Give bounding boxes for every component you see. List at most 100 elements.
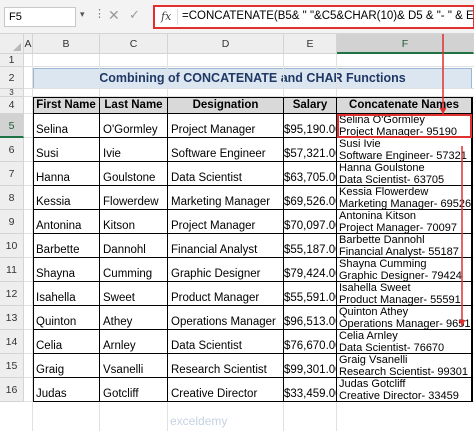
table-cell-salary[interactable]: $79,424.00 (284, 258, 337, 282)
table-cell-designation[interactable]: Project Manager (168, 114, 284, 138)
row-header-4[interactable]: 4 (0, 97, 24, 114)
table-cell-salary[interactable]: $70,097.00 (284, 210, 337, 234)
table-cell-salary[interactable]: $63,705.00 (284, 162, 337, 186)
table-cell-salary[interactable]: $96,513.00 (284, 306, 337, 330)
table-cell-first[interactable]: Judas (33, 378, 100, 402)
row-header-2[interactable]: 2 (0, 67, 24, 89)
table-header-cell[interactable]: Designation (168, 97, 284, 114)
column-header-c[interactable]: C (100, 34, 168, 54)
table-cell-last[interactable]: O'Gormley (100, 114, 168, 138)
concat-cell[interactable]: Judas Gotcliff Creative Director- 33459 (337, 378, 472, 402)
row-header-5[interactable]: 5 (0, 114, 24, 138)
gridline-row (24, 66, 474, 67)
row-header-12[interactable]: 12 (0, 282, 24, 306)
table-cell-designation[interactable]: Project Manager (168, 210, 284, 234)
table-cell-designation[interactable]: Data Scientist (168, 330, 284, 354)
table-cell-last[interactable]: Cumming (100, 258, 168, 282)
table-cell-last[interactable]: Gotcliff (100, 378, 168, 402)
row-header-7[interactable]: 7 (0, 162, 24, 186)
table-cell-first[interactable]: Antonina (33, 210, 100, 234)
concat-cell[interactable]: Selina O'Gormley Project Manager- 95190 (337, 114, 472, 138)
table-cell-first[interactable]: Selina (33, 114, 100, 138)
table-cell-designation[interactable]: Data Scientist (168, 162, 284, 186)
concat-cell[interactable]: Kessia Flowerdew Marketing Manager- 69526 (337, 186, 472, 210)
table-header-cell[interactable]: First Name (33, 97, 100, 114)
table-cell-salary[interactable]: $55,187.00 (284, 234, 337, 258)
concat-cell[interactable]: Quinton Athey Operations Manager- 96513 (337, 306, 472, 330)
table-cell-salary[interactable]: $33,459.00 (284, 378, 337, 402)
table-cell-first[interactable]: Hanna (33, 162, 100, 186)
row-header-11[interactable]: 11 (0, 258, 24, 282)
table-cell-first[interactable]: Barbette (33, 234, 100, 258)
concat-cell[interactable]: Hanna Goulstone Data Scientist- 63705 (337, 162, 472, 186)
column-header-f[interactable]: F (337, 34, 474, 54)
table-cell-last[interactable]: Sweet (100, 282, 168, 306)
concat-line-designation: Financial Analyst- 55187 (339, 246, 459, 258)
concat-cell[interactable]: Barbette Dannohl Financial Analyst- 55187 (337, 234, 472, 258)
table-cell-first[interactable]: Shayna (33, 258, 100, 282)
table-cell-last[interactable]: Athey (100, 306, 168, 330)
formula-text[interactable]: =CONCATENATE(B5& " "&C5&CHAR(10)& D5 & "… (182, 10, 474, 22)
insert-function-icon[interactable]: fx (161, 10, 171, 23)
row-header-15[interactable]: 15 (0, 354, 24, 378)
column-header-d[interactable]: D (168, 34, 284, 54)
table-cell-first[interactable]: Graig (33, 354, 100, 378)
table-cell-designation[interactable]: Graphic Designer (168, 258, 284, 282)
table-header-cell[interactable]: Last Name (100, 97, 168, 114)
select-all-corner[interactable] (0, 34, 24, 54)
concat-cell[interactable]: Celia Arnley Data Scientist- 76670 (337, 330, 472, 354)
table-cell-designation[interactable]: Research Scientist (168, 354, 284, 378)
table-cell-designation[interactable]: Operations Manager (168, 306, 284, 330)
concat-line-name: Kessia Flowerdew (339, 186, 429, 198)
table-cell-designation[interactable]: Product Manager (168, 282, 284, 306)
table-cell-salary[interactable]: $69,526.00 (284, 186, 337, 210)
concat-cell[interactable]: Susi Ivie Software Engineer- 57321 (337, 138, 472, 162)
table-cell-salary[interactable]: $76,670.00 (284, 330, 337, 354)
table-cell-salary[interactable]: $57,321.00 (284, 138, 337, 162)
spreadsheet-grid[interactable]: Combining of CONCATENATE and CHAR Functi… (0, 34, 474, 431)
column-header-b[interactable]: B (33, 34, 100, 54)
table-cell-first[interactable]: Celia (33, 330, 100, 354)
table-header-cell[interactable]: Salary (284, 97, 337, 114)
row-header-16[interactable]: 16 (0, 378, 24, 402)
table-header-cell[interactable]: Concatenate Names (337, 97, 472, 114)
row-header-8[interactable]: 8 (0, 186, 24, 210)
table-cell-last[interactable]: Goulstone (100, 162, 168, 186)
concat-cell[interactable]: Graig Vsanelli Research Scientist- 99301 (337, 354, 472, 378)
table-cell-designation[interactable]: Financial Analyst (168, 234, 284, 258)
table-cell-designation[interactable]: Software Engineer (168, 138, 284, 162)
row-header-9[interactable]: 9 (0, 210, 24, 234)
cancel-icon[interactable]: ✕ (108, 7, 120, 24)
formula-input[interactable]: fx =CONCATENATE(B5& " "&C5&CHAR(10)& D5 … (153, 5, 474, 29)
table-cell-last[interactable]: Flowerdew (100, 186, 168, 210)
row-header-3[interactable]: 3 (0, 89, 24, 97)
enter-icon[interactable]: ✓ (129, 7, 140, 23)
concat-cell[interactable]: Antonina Kitson Project Manager- 70097 (337, 210, 472, 234)
table-cell-designation[interactable]: Creative Director (168, 378, 284, 402)
table-cell-salary[interactable]: $95,190.00 (284, 114, 337, 138)
table-cell-first[interactable]: Susi (33, 138, 100, 162)
table-cell-first[interactable]: Kessia (33, 186, 100, 210)
table-cell-last[interactable]: Dannohl (100, 234, 168, 258)
table-cell-salary[interactable]: $55,591.00 (284, 282, 337, 306)
table-cell-salary[interactable]: $99,301.00 (284, 354, 337, 378)
concat-cell[interactable]: Isahella Sweet Product Manager- 55591 (337, 282, 472, 306)
row-header-1[interactable]: 1 (0, 54, 24, 67)
table-cell-last[interactable]: Vsanelli (100, 354, 168, 378)
name-box-dropdown-icon[interactable]: ▾ (80, 9, 85, 20)
table-cell-last[interactable]: Arnley (100, 330, 168, 354)
concat-cell[interactable]: Shayna Cumming Graphic Designer- 79424 (337, 258, 472, 282)
table-cell-first[interactable]: Quinton (33, 306, 100, 330)
concat-line-designation: Project Manager- 95190 (339, 126, 458, 138)
name-box[interactable]: F5 (4, 7, 76, 27)
column-header-a[interactable]: A (24, 34, 33, 54)
row-header-14[interactable]: 14 (0, 330, 24, 354)
row-header-13[interactable]: 13 (0, 306, 24, 330)
column-header-e[interactable]: E (284, 34, 337, 54)
row-header-6[interactable]: 6 (0, 138, 24, 162)
table-cell-designation[interactable]: Marketing Manager (168, 186, 284, 210)
row-header-10[interactable]: 10 (0, 234, 24, 258)
table-cell-last[interactable]: Ivie (100, 138, 168, 162)
table-cell-first[interactable]: Isahella (33, 282, 100, 306)
table-cell-last[interactable]: Kitson (100, 210, 168, 234)
